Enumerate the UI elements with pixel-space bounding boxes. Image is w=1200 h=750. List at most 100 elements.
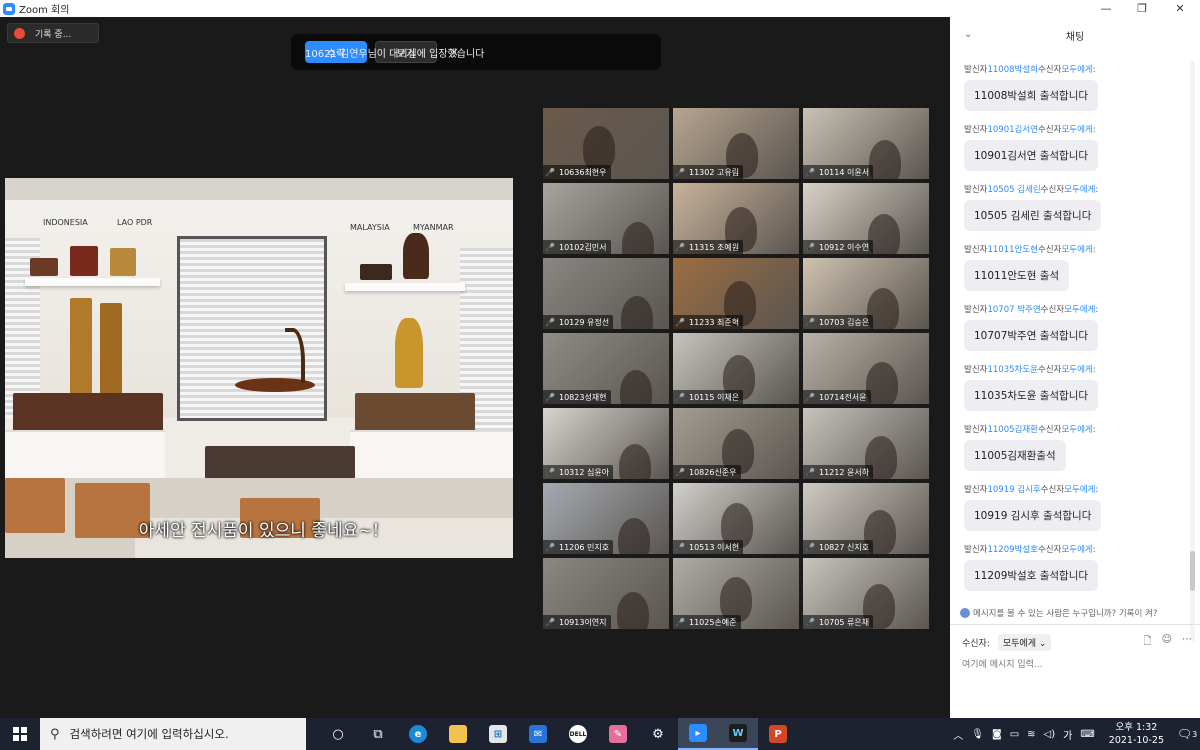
recipient-name[interactable]: 모두에게 xyxy=(1064,305,1095,315)
chat-message-input[interactable] xyxy=(962,657,1188,673)
wifi-icon[interactable]: ≋ xyxy=(1027,729,1035,740)
dell-icon[interactable]: DELL xyxy=(558,718,598,750)
file-icon[interactable]: 🗋 xyxy=(1144,634,1152,651)
participant-tile[interactable]: 🎤 10827 신지호 xyxy=(803,483,929,554)
sender-name[interactable]: 11011안도현 xyxy=(987,245,1038,255)
maximize-button[interactable]: ❐ xyxy=(1124,0,1160,17)
participant-tile[interactable]: 🎤 10115 이채은 xyxy=(673,333,799,404)
clock[interactable]: 오후 1:32 2021-10-25 xyxy=(1109,721,1164,747)
sender-name[interactable]: 11209박설호 xyxy=(987,545,1038,555)
chevron-up-icon[interactable]: ︿ xyxy=(953,727,963,742)
participant-tile[interactable]: 🎤 10714전서윤 xyxy=(803,333,929,404)
taskbar-search[interactable]: ⚲ 검색하려면 여기에 입력하십시오. xyxy=(40,718,306,750)
participant-name-tag: 🎤 10129 유정선 xyxy=(543,315,614,329)
sender-name[interactable]: 10901김서연 xyxy=(987,125,1038,135)
participant-tile[interactable]: 🎤 10636최현우 xyxy=(543,108,669,179)
sender-name[interactable]: 11005김재환 xyxy=(987,425,1038,435)
participant-tile[interactable]: 🎤 10705 류은채 xyxy=(803,558,929,629)
collapse-chat-icon[interactable]: ⌄ xyxy=(964,29,972,40)
paint-icon[interactable]: ✎ xyxy=(598,718,638,750)
chat-message-bubble[interactable]: 11011안도현 출석 xyxy=(964,260,1070,291)
participant-name: 10827 신지호 xyxy=(819,542,870,552)
chat-scrollbar[interactable] xyxy=(1190,61,1195,641)
camera-icon[interactable]: ◙ xyxy=(992,729,1002,740)
meta-suffix: : xyxy=(1095,305,1099,315)
file-explorer-icon[interactable] xyxy=(438,718,478,750)
close-window-button[interactable]: ✕ xyxy=(1162,0,1198,17)
zoom-icon[interactable]: ▸ xyxy=(678,718,718,750)
participant-tile[interactable]: 🎤 10114 이윤서 xyxy=(803,108,929,179)
exhibit-window xyxy=(177,236,327,421)
participant-tile[interactable]: 🎤 10102김민서 xyxy=(543,183,669,254)
keyboard-icon[interactable]: ⌨ xyxy=(1080,729,1094,740)
sender-name[interactable]: 11035차도윤 xyxy=(987,365,1038,375)
recipient-name[interactable]: 모두에게 xyxy=(1061,365,1092,375)
participant-name: 10714전서윤 xyxy=(819,392,867,402)
battery-icon[interactable]: ▭ xyxy=(1010,729,1019,740)
participant-tile[interactable]: 🎤 10129 유정선 xyxy=(543,258,669,329)
search-icon: ⚲ xyxy=(50,726,60,742)
chat-message-bubble[interactable]: 11209박설호 출석합니다 xyxy=(964,560,1099,591)
recipient-name[interactable]: 모두에게 xyxy=(1061,125,1092,135)
chat-message-bubble[interactable]: 11005김재환출석 xyxy=(964,440,1066,471)
start-button[interactable] xyxy=(0,718,40,750)
chat-message-bubble[interactable]: 10505 김세린 출석합니다 xyxy=(964,200,1102,231)
sender-name[interactable]: 11008박설희 xyxy=(987,65,1038,75)
participant-tile[interactable]: 🎤 10823성재현 xyxy=(543,333,669,404)
emoji-icon[interactable]: ☺ xyxy=(1162,634,1172,651)
minimize-button[interactable]: — xyxy=(1088,0,1124,17)
recording-indicator[interactable]: 기록 중... xyxy=(7,23,99,43)
recipient-name[interactable]: 모두에게 xyxy=(1064,485,1095,495)
mail-icon[interactable]: ✉ xyxy=(518,718,558,750)
chat-message-bubble[interactable]: 11035차도윤 출석합니다 xyxy=(964,380,1099,411)
exhibit-vase xyxy=(403,233,429,279)
meta-suffix: : xyxy=(1092,65,1096,75)
chat-message-bubble[interactable]: 11008박설희 출석합니다 xyxy=(964,80,1099,111)
cortana-icon[interactable]: ○ xyxy=(318,718,358,750)
recipient-name[interactable]: 모두에게 xyxy=(1064,185,1095,195)
participant-tile[interactable]: 🎤 11315 조예원 xyxy=(673,183,799,254)
sender-name[interactable]: 10919 김시후 xyxy=(987,485,1040,495)
participant-tile[interactable]: 🎤 10513 이서현 xyxy=(673,483,799,554)
muted-mic-icon: 🎤 xyxy=(545,317,555,327)
participant-tile[interactable]: 🎤 10912 이수연 xyxy=(803,183,929,254)
participant-name-tag: 🎤 10513 이서현 xyxy=(673,540,744,554)
participant-tile[interactable]: 🎤 10826신준우 xyxy=(673,408,799,479)
task-view-icon[interactable]: ⧉ xyxy=(358,718,398,750)
notification-center-button[interactable]: 🗨 3 xyxy=(1174,718,1200,750)
chat-message: 발신자11209박설호수신자모두에게: 11209박설호 출석합니다 xyxy=(964,543,1194,591)
recipient-name[interactable]: 모두에게 xyxy=(1061,545,1092,555)
muted-mic-icon: 🎤 xyxy=(675,242,685,252)
recipient-name[interactable]: 모두에게 xyxy=(1061,245,1092,255)
waveform-app-icon[interactable]: W xyxy=(718,718,758,750)
recipient-select[interactable]: 모두에게 ⌄ xyxy=(997,633,1052,651)
chat-scrollbar-thumb[interactable] xyxy=(1190,551,1195,591)
more-icon[interactable]: ⋯ xyxy=(1182,634,1192,651)
recipient-name[interactable]: 모두에게 xyxy=(1061,425,1092,435)
participant-name: 11025손예준 xyxy=(689,617,737,627)
chat-message-bubble[interactable]: 10901김서연 출석합니다 xyxy=(964,140,1099,171)
settings-icon[interactable]: ⚙ xyxy=(638,718,678,750)
ime-indicator[interactable]: 가 xyxy=(1063,727,1072,742)
chat-message-meta: 발신자10901김서연수신자모두에게: xyxy=(964,123,1194,135)
muted-mic-icon: 🎤 xyxy=(545,467,555,477)
store-icon[interactable]: ⊞ xyxy=(478,718,518,750)
participant-tile[interactable]: 🎤 10312 심윤아 xyxy=(543,408,669,479)
volume-icon[interactable]: ◁) xyxy=(1044,729,1056,740)
chat-message-bubble[interactable]: 10707박주연 출석합니다 xyxy=(964,320,1099,351)
sender-name[interactable]: 10505 김세린 xyxy=(987,185,1040,195)
recipient-name[interactable]: 모두에게 xyxy=(1061,65,1092,75)
participant-tile[interactable]: 🎤 11233 최준혁 xyxy=(673,258,799,329)
edge-icon[interactable]: e xyxy=(398,718,438,750)
participant-tile[interactable]: 🎤 10913이연지 xyxy=(543,558,669,629)
participant-tile[interactable]: 🎤 11206 민지호 xyxy=(543,483,669,554)
sender-name[interactable]: 10707 박주연 xyxy=(987,305,1040,315)
participant-tile[interactable]: 🎤 11025손예준 xyxy=(673,558,799,629)
participant-tile[interactable]: 🎤 11212 윤서하 xyxy=(803,408,929,479)
participant-tile[interactable]: 🎤 10703 김승은 xyxy=(803,258,929,329)
participant-tile[interactable]: 🎤 11302 고유림 xyxy=(673,108,799,179)
powerpoint-icon[interactable]: P xyxy=(758,718,798,750)
chat-privacy-note[interactable]: 메시지를 볼 수 있는 사람은 누구입니까? 기록이 켜? xyxy=(960,607,1200,619)
chat-message-bubble[interactable]: 10919 김시후 출석합니다 xyxy=(964,500,1102,531)
microphone-icon[interactable]: 🎙 xyxy=(971,729,984,740)
